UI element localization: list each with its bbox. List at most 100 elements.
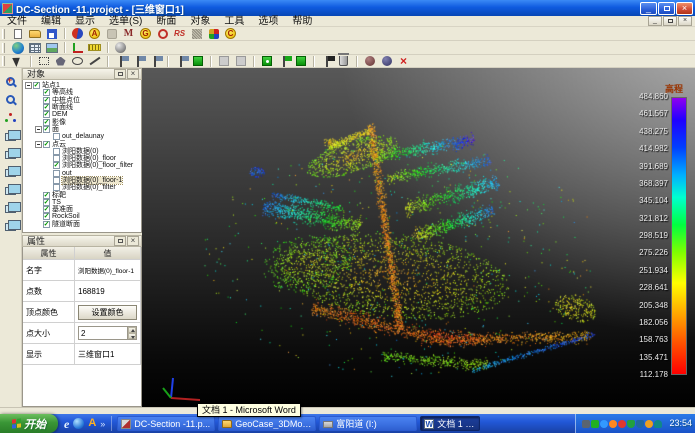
tree-expander-icon[interactable] — [25, 82, 32, 89]
point-size-stepper[interactable]: 2 — [78, 326, 137, 340]
point-size-value[interactable]: 2 — [79, 329, 127, 338]
badge-a-icon[interactable]: A — [86, 27, 103, 40]
new-file-icon[interactable] — [9, 27, 26, 40]
green-dot-box-icon[interactable] — [258, 55, 275, 68]
rect-select-icon[interactable] — [35, 55, 52, 68]
tree-item[interactable]: 面 — [23, 126, 141, 133]
cube-view-6-icon[interactable] — [1, 217, 21, 233]
color-dot-grid-icon[interactable] — [205, 27, 222, 40]
polygon-select-icon[interactable] — [52, 55, 69, 68]
3d-sphere-icon[interactable] — [69, 27, 86, 40]
badge-g-icon[interactable]: G — [137, 27, 154, 40]
open-folder-icon[interactable] — [26, 27, 43, 40]
taskbar-button[interactable]: 富阳道 (I:) — [319, 416, 417, 431]
select-cursor-icon[interactable] — [9, 55, 26, 68]
tree-item[interactable]: 浏阳数据(0) — [23, 148, 141, 155]
trash-icon[interactable] — [335, 55, 352, 68]
cube-view-2-icon[interactable] — [1, 145, 21, 161]
level-ruler-icon[interactable] — [86, 41, 103, 54]
menu-item[interactable]: 帮助 — [285, 16, 319, 27]
line-select-icon[interactable] — [86, 55, 103, 68]
tree-item[interactable]: RockSoil — [23, 213, 141, 220]
toolbar-handle[interactable] — [2, 29, 5, 39]
save-icon[interactable] — [43, 27, 60, 40]
xyz-axes-icon[interactable] — [69, 41, 86, 54]
cube-view-1-icon[interactable] — [1, 127, 21, 143]
pin-blue-4-icon[interactable] — [172, 55, 189, 68]
gray-sphere-icon[interactable] — [112, 41, 129, 54]
data-grid-icon[interactable] — [26, 41, 43, 54]
pin-blue-3-icon[interactable] — [146, 55, 163, 68]
menu-item[interactable]: 文件 — [0, 16, 34, 27]
tree-checkbox[interactable] — [43, 206, 50, 213]
tray-icon[interactable] — [591, 420, 599, 428]
toolbar-handle[interactable] — [2, 43, 5, 53]
dark-sphere-1-icon[interactable] — [361, 55, 378, 68]
child-minimize-button[interactable]: _ — [648, 16, 662, 26]
green-box-icon[interactable] — [189, 55, 206, 68]
tray-icon[interactable] — [645, 420, 653, 428]
tree-item[interactable]: 影像 — [23, 118, 141, 125]
tree-checkbox[interactable] — [43, 213, 50, 220]
start-button[interactable]: 开始 — [0, 414, 58, 433]
tree-checkbox[interactable] — [43, 126, 50, 133]
green-box-2-icon[interactable] — [292, 55, 309, 68]
tree-checkbox[interactable] — [53, 184, 60, 191]
cube-view-5-icon[interactable] — [1, 199, 21, 215]
badge-c-icon[interactable]: C — [222, 27, 239, 40]
tree-item[interactable]: 标靶 — [23, 191, 141, 198]
menu-item[interactable]: 工具 — [217, 16, 251, 27]
tray-icon[interactable] — [627, 420, 635, 428]
close-button[interactable]: × — [676, 2, 693, 15]
tree-item[interactable]: out — [23, 170, 141, 177]
zoom-in-magnifier-icon[interactable] — [1, 73, 21, 89]
tree-checkbox[interactable] — [43, 199, 50, 206]
spray-icon[interactable] — [188, 27, 205, 40]
ie-icon[interactable]: e — [64, 418, 69, 430]
tree-checkbox[interactable] — [43, 89, 50, 96]
tree-expander-icon[interactable] — [35, 126, 42, 133]
tree-checkbox[interactable] — [53, 155, 60, 162]
tree-checkbox[interactable] — [53, 170, 60, 177]
spin-down-button[interactable] — [128, 333, 136, 339]
ellipse-select-icon[interactable] — [69, 55, 86, 68]
tree-item[interactable]: 隧道断面 — [23, 221, 141, 228]
globe-icon[interactable] — [9, 41, 26, 54]
menu-item[interactable]: 显示 — [68, 16, 102, 27]
cube-view-4-icon[interactable] — [1, 181, 21, 197]
panel-float-button[interactable] — [114, 69, 126, 79]
taskbar-button[interactable]: DC-Section -11.p... — [117, 416, 215, 431]
tree-item[interactable]: 浏阳数据(0)_filter — [23, 184, 141, 191]
panel-close-button[interactable]: × — [127, 69, 139, 79]
tree-item[interactable]: TS — [23, 199, 141, 206]
tree-checkbox[interactable] — [43, 192, 50, 199]
menu-item[interactable]: 选单(S) — [102, 16, 149, 27]
tree-item[interactable]: 基准面 — [23, 206, 141, 213]
toolbar-handle[interactable] — [2, 56, 5, 66]
tray-icon[interactable] — [609, 420, 617, 428]
tree-item[interactable]: DEM — [23, 111, 141, 118]
black-flag-icon[interactable] — [318, 55, 335, 68]
tree-checkbox[interactable] — [53, 133, 60, 140]
menu-item[interactable]: 对象 — [183, 16, 217, 27]
cube-view-3-icon[interactable] — [1, 163, 21, 179]
rs-label-icon[interactable]: RS — [171, 27, 188, 40]
tree-checkbox[interactable] — [53, 177, 60, 184]
tree-checkbox[interactable] — [43, 221, 50, 228]
taskbar-button[interactable]: 文档 1 - Microso... — [420, 416, 480, 431]
tree-item[interactable]: 站点1 — [23, 82, 141, 89]
menu-item[interactable]: 选项 — [251, 16, 285, 27]
tray-icon[interactable] — [654, 420, 662, 428]
tray-icon[interactable] — [600, 420, 608, 428]
tree-checkbox[interactable] — [43, 104, 50, 111]
tray-icon[interactable] — [636, 420, 644, 428]
tree-item[interactable]: 等高线 — [23, 89, 141, 96]
reader-a-icon[interactable]: A — [88, 418, 96, 429]
set-color-button[interactable]: 设置颜色 — [78, 305, 137, 320]
tree-checkbox[interactable] — [43, 97, 50, 104]
tree-checkbox[interactable] — [43, 119, 50, 126]
tray-icon[interactable] — [618, 420, 626, 428]
tree-item[interactable]: 点云 — [23, 140, 141, 147]
tree-item[interactable]: out_delaunay — [23, 133, 141, 140]
tree-expander-icon[interactable] — [35, 141, 42, 148]
